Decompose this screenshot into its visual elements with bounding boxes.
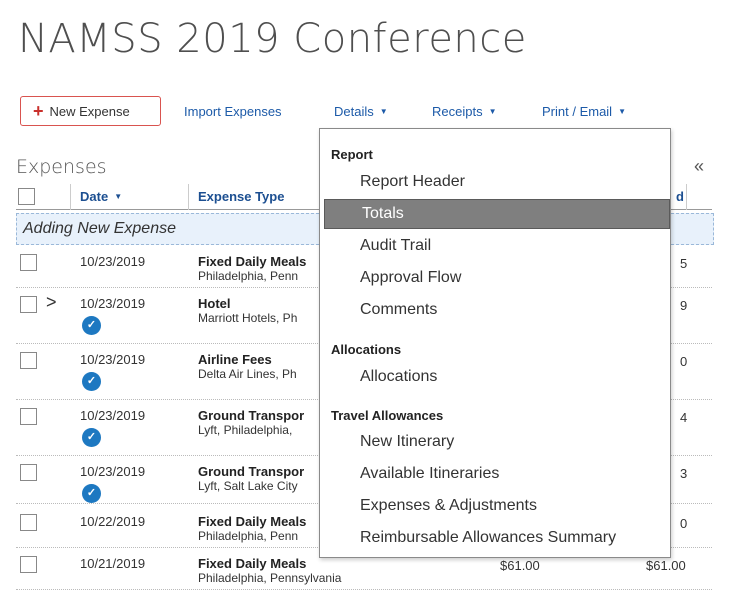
menu-item-approval-flow[interactable]: Approval Flow (360, 269, 461, 287)
row-checkbox[interactable] (20, 514, 37, 531)
details-menu-button[interactable]: Details ▼ (334, 104, 388, 119)
menu-item-expenses-adjustments[interactable]: Expenses & Adjustments (360, 497, 537, 515)
row-amount: 5 (680, 256, 688, 271)
expense-type-column-header[interactable]: Expense Type (198, 189, 284, 204)
menu-item-comments[interactable]: Comments (360, 301, 437, 319)
details-label: Details (334, 104, 374, 119)
row-date: 10/23/2019 (80, 352, 146, 367)
new-expense-label: New Expense (49, 103, 130, 119)
row-requested-amount: $61.00 (500, 558, 540, 573)
date-column-header[interactable]: Date ▼ (80, 189, 122, 204)
row-date: 10/22/2019 (80, 514, 146, 529)
row-date: 10/23/2019 (80, 296, 146, 311)
menu-item-new-itinerary[interactable]: New Itinerary (360, 433, 454, 451)
receipt-icon[interactable]: ✓ (82, 372, 101, 391)
row-expense-type: Fixed Daily Meals (198, 254, 307, 269)
row-expense-vendor: Marriott Hotels, Ph (198, 311, 298, 325)
caret-down-icon: ▼ (379, 107, 388, 116)
double-chevron-left-icon[interactable]: « (694, 156, 704, 177)
row-amount: 4 (680, 410, 688, 425)
column-divider (686, 184, 687, 210)
row-date: 10/23/2019 (80, 464, 146, 479)
travel-allowances-section-label: Travel Allowances (331, 408, 444, 423)
menu-item-reimbursable-allowances-summary[interactable]: Reimbursable Allowances Summary (360, 529, 616, 547)
allocations-section-label: Allocations (331, 342, 402, 357)
receipt-icon[interactable]: ✓ (82, 316, 101, 335)
row-expense-type: Fixed Daily Meals (198, 556, 307, 571)
caret-down-icon: ▼ (488, 107, 497, 116)
menu-item-report-header[interactable]: Report Header (360, 173, 465, 191)
chevron-right-icon[interactable]: > (46, 292, 57, 313)
row-expense-type: Airline Fees (198, 352, 272, 367)
row-expense-vendor: Philadelphia, Penn (198, 529, 299, 543)
column-divider (70, 184, 71, 210)
menu-item-audit-trail[interactable]: Audit Trail (360, 237, 431, 255)
row-checkbox[interactable] (20, 464, 37, 481)
row-checkbox[interactable] (20, 408, 37, 425)
print-email-menu-button[interactable]: Print / Email ▼ (542, 104, 626, 119)
page-title: NAMSS 2019 Conference (18, 16, 527, 62)
date-header-label: Date (80, 189, 109, 204)
row-approved-amount: $61.00 (646, 558, 686, 573)
row-expense-type: Fixed Daily Meals (198, 514, 307, 529)
amount-column-header[interactable]: d (676, 189, 684, 204)
row-expense-vendor: Lyft, Philadelphia, (198, 423, 293, 437)
row-amount: 9 (680, 298, 688, 313)
plus-icon: + (33, 101, 44, 121)
menu-item-available-itineraries[interactable]: Available Itineraries (360, 465, 499, 483)
row-checkbox[interactable] (20, 254, 37, 271)
report-section-label: Report (331, 147, 373, 162)
row-checkbox[interactable] (20, 352, 37, 369)
sort-down-icon: ▼ (114, 192, 123, 201)
row-amount: 0 (680, 516, 688, 531)
row-amount: 3 (680, 466, 688, 481)
column-divider (188, 184, 189, 210)
menu-item-totals[interactable]: Totals (324, 199, 670, 229)
caret-down-icon: ▼ (618, 107, 626, 116)
row-expense-vendor: Philadelphia, Pennsylvania (198, 571, 342, 585)
toolbar: + New Expense Import Expenses Details ▼ R… (20, 96, 740, 128)
row-checkbox[interactable] (20, 296, 37, 313)
row-expense-vendor: Philadelphia, Penn (198, 269, 299, 283)
row-date: 10/23/2019 (80, 254, 146, 269)
row-expense-type: Hotel (198, 296, 231, 311)
row-expense-vendor: Lyft, Salt Lake City (198, 479, 298, 493)
receipts-menu-button[interactable]: Receipts ▼ (432, 104, 497, 119)
print-email-label: Print / Email (542, 104, 613, 119)
details-dropdown-menu: Report Report Header Totals Audit Trail … (319, 128, 671, 558)
receipt-icon[interactable]: ✓ (82, 428, 101, 447)
import-expenses-link[interactable]: Import Expenses (184, 104, 282, 119)
row-expense-vendor: Delta Air Lines, Ph (198, 367, 297, 381)
receipt-icon[interactable]: ✓ (82, 484, 101, 503)
row-date: 10/21/2019 (80, 556, 146, 571)
row-amount: 0 (680, 354, 688, 369)
menu-item-allocations[interactable]: Allocations (360, 368, 437, 386)
new-expense-button[interactable]: + New Expense (20, 96, 161, 126)
receipts-label: Receipts (432, 104, 483, 119)
expenses-title: Expenses (16, 156, 107, 178)
row-expense-type: Ground Transpor (198, 464, 305, 479)
select-all-checkbox[interactable] (18, 188, 35, 205)
row-date: 10/23/2019 (80, 408, 146, 423)
row-expense-type: Ground Transpor (198, 408, 305, 423)
row-checkbox[interactable] (20, 556, 37, 573)
